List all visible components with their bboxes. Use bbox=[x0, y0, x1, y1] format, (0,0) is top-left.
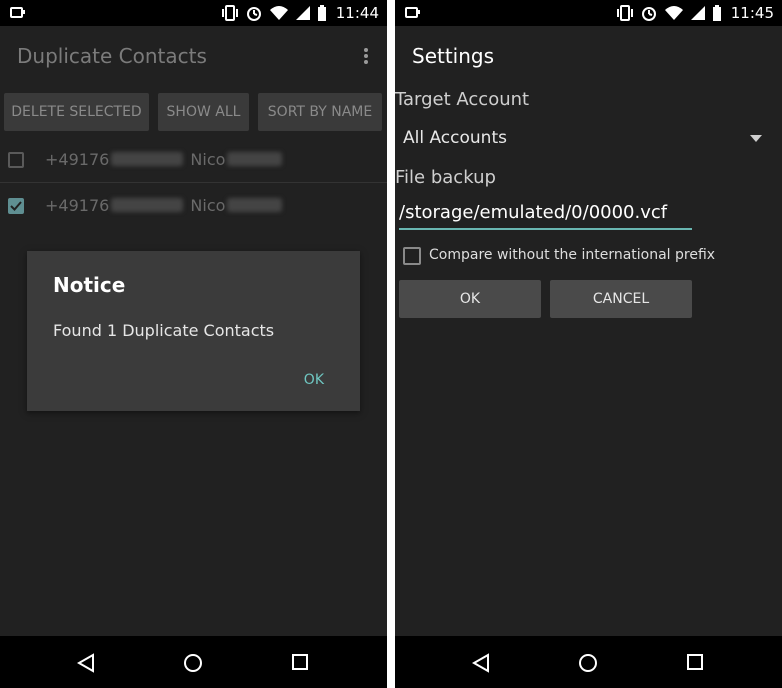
navigation-bar bbox=[395, 636, 782, 688]
app-bar: Settings bbox=[395, 26, 782, 86]
contact-text: +49176 Nico bbox=[45, 196, 284, 215]
back-icon[interactable] bbox=[76, 653, 96, 673]
redacted-number bbox=[111, 198, 184, 212]
alarm-icon bbox=[247, 7, 261, 21]
notification-icon bbox=[10, 7, 25, 18]
back-icon[interactable] bbox=[471, 653, 491, 673]
home-icon[interactable] bbox=[578, 653, 598, 673]
navigation-bar bbox=[0, 636, 387, 688]
dialog-ok-button[interactable]: OK bbox=[304, 372, 324, 388]
app-bar: Duplicate Contacts bbox=[0, 26, 387, 86]
left-phone-screen: 11:44 Duplicate Contacts DELETE SELECTED… bbox=[0, 0, 387, 688]
contact-row[interactable]: +49176 Nico bbox=[0, 184, 387, 230]
compare-prefix-label: Compare without the international prefix bbox=[429, 247, 716, 263]
target-account-label: Target Account bbox=[395, 89, 530, 110]
contact-text: +49176 Nico bbox=[45, 150, 284, 169]
battery-icon bbox=[713, 5, 721, 21]
checkmark-icon bbox=[10, 201, 22, 211]
status-time: 11:45 bbox=[730, 4, 774, 22]
dialog-message: Found 1 Duplicate Contacts bbox=[53, 321, 275, 340]
dropdown-arrow-icon[interactable] bbox=[750, 135, 762, 142]
settings-title: Settings bbox=[412, 44, 495, 68]
wifi-icon bbox=[665, 6, 683, 20]
alarm-icon bbox=[642, 7, 656, 21]
signal-icon bbox=[296, 6, 310, 20]
file-backup-value: /storage/emulated/0/0000.vcf bbox=[399, 202, 668, 223]
wifi-icon bbox=[270, 6, 288, 20]
delete-selected-button[interactable]: DELETE SELECTED bbox=[4, 93, 149, 131]
contact-checkbox-checked[interactable] bbox=[8, 198, 24, 214]
target-account-spinner[interactable]: All Accounts bbox=[403, 128, 507, 148]
vibrate-icon bbox=[222, 5, 238, 21]
signal-icon bbox=[691, 6, 705, 20]
ok-button[interactable]: OK bbox=[399, 280, 541, 318]
notification-icon bbox=[405, 7, 420, 18]
redacted-name bbox=[227, 198, 283, 212]
file-backup-label: File backup bbox=[395, 167, 496, 188]
redacted-name bbox=[227, 152, 283, 166]
redacted-number bbox=[111, 152, 184, 166]
status-bar: 11:44 bbox=[0, 0, 387, 26]
recents-icon[interactable] bbox=[686, 653, 704, 671]
status-time: 11:44 bbox=[335, 4, 379, 22]
sort-by-name-button[interactable]: SORT BY NAME bbox=[258, 93, 382, 131]
home-icon[interactable] bbox=[183, 653, 203, 673]
contact-row[interactable]: +49176 Nico bbox=[0, 138, 387, 184]
file-backup-input[interactable]: /storage/emulated/0/0000.vcf bbox=[399, 200, 692, 230]
status-bar: 11:45 bbox=[395, 0, 782, 26]
divider bbox=[0, 182, 387, 183]
recents-icon[interactable] bbox=[291, 653, 309, 671]
app-title: Duplicate Contacts bbox=[17, 44, 207, 68]
vibrate-icon bbox=[617, 5, 633, 21]
notice-dialog: Notice Found 1 Duplicate Contacts OK bbox=[27, 251, 360, 411]
dialog-title: Notice bbox=[53, 273, 126, 297]
battery-icon bbox=[318, 5, 326, 21]
cancel-button[interactable]: CANCEL bbox=[550, 280, 692, 318]
right-phone-screen: 11:45 Settings Target Account All Accoun… bbox=[395, 0, 782, 688]
contact-checkbox[interactable] bbox=[8, 152, 24, 168]
overflow-menu-icon[interactable] bbox=[363, 47, 369, 65]
show-all-button[interactable]: SHOW ALL bbox=[158, 93, 249, 131]
compare-prefix-checkbox[interactable] bbox=[403, 247, 421, 265]
